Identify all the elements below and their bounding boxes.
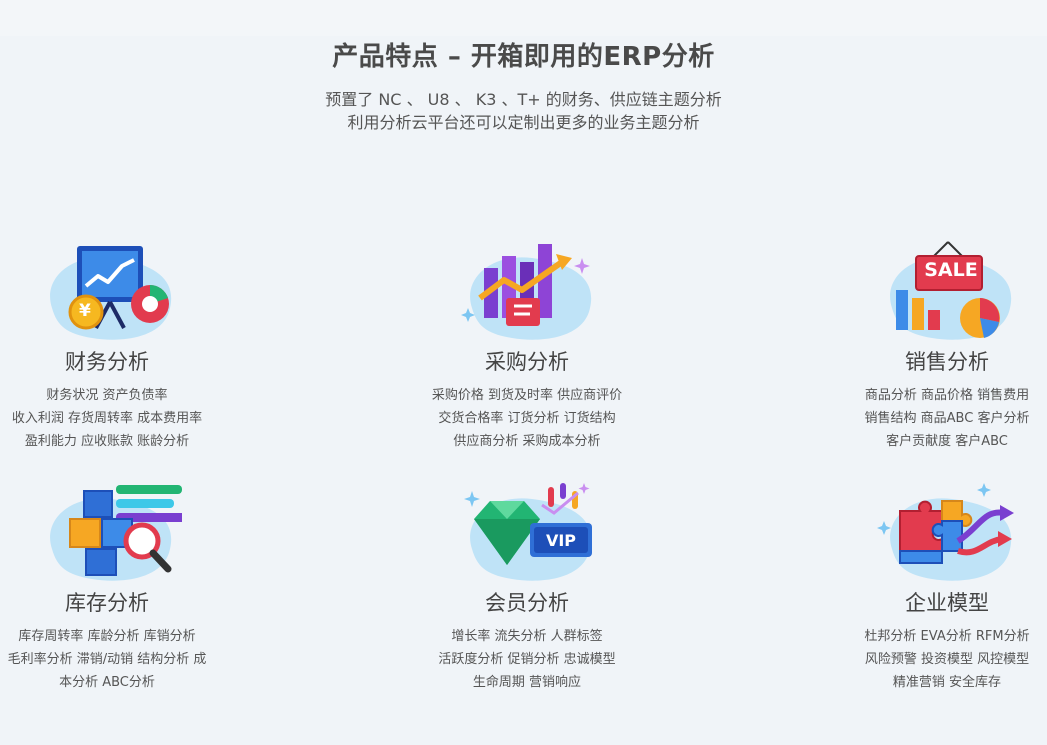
card-line: 财务状况 资产负债率 [46, 388, 168, 403]
card-title: 企业模型 [905, 591, 989, 615]
feature-card-procurement: 采购分析 采购价格 到货及时率 供应商评价 交货合格率 订货分析 订货结构 供应… [407, 238, 647, 453]
subtitle-line: 利用分析云平台还可以定制出更多的业务主题分析 [347, 113, 700, 132]
card-description: 财务状况 资产负债率 收入利润 存货周转率 成本费用率 盈利能力 应收账款 账龄… [0, 384, 227, 453]
feature-card-finance: ¥ 财务分析 财务状况 资产负债率 收入利润 存货周转率 成本费用率 盈利能力 … [0, 238, 227, 453]
card-line: 增长率 流失分析 人群标签 [451, 629, 603, 644]
card-line: 交货合格率 订货分析 订货结构 [438, 411, 616, 426]
section-header: 产品特点 – 开箱即用的ERP分析 预置了 NC 、 U8 、 K3 、T+ 的… [0, 38, 1047, 134]
card-line: 风险预警 投资模型 风控模型 [864, 652, 1030, 667]
finance-presentation-icon: ¥ [32, 238, 182, 348]
card-line: 杜邦分析 EVA分析 RFM分析 [864, 629, 1030, 644]
section-title: 产品特点 – 开箱即用的ERP分析 [332, 42, 715, 72]
feature-card-sales: SALE 销售分析 商品分析 商品价格 销售费用 销售结构 商品ABC 客户分析… [827, 238, 1047, 453]
card-title: 库存分析 [65, 591, 149, 615]
procurement-growth-icon [452, 238, 602, 348]
card-line: 本分析 ABC分析 [59, 675, 155, 690]
puzzle-pieces-icon [872, 479, 1022, 589]
card-line: 库存周转率 库龄分析 库销分析 [18, 629, 196, 644]
vip-card-text: VIP [545, 531, 577, 550]
card-description: 增长率 流失分析 人群标签 活跃度分析 促销分析 忠诚模型 生命周期 营销响应 [407, 625, 647, 694]
sale-sign-icon: SALE [872, 238, 1022, 348]
subtitle-line: 预置了 NC 、 U8 、 K3 、T+ 的财务、供应链主题分析 [325, 90, 722, 109]
card-line: 精准营销 安全库存 [892, 675, 1002, 690]
card-title: 会员分析 [485, 591, 569, 615]
coin-symbol: ¥ [79, 301, 91, 321]
card-line: 收入利润 存货周转率 成本费用率 [11, 411, 203, 426]
top-band [0, 0, 1047, 36]
section-subtitle: 预置了 NC 、 U8 、 K3 、T+ 的财务、供应链主题分析 利用分析云平台… [0, 88, 1047, 134]
card-description: 杜邦分析 EVA分析 RFM分析 风险预警 投资模型 风控模型 精准营销 安全库… [827, 625, 1047, 694]
card-line: 活跃度分析 促销分析 忠诚模型 [438, 652, 616, 667]
feature-card-membership: VIP 会员分析 增长率 流失分析 人群标签 活跃度分析 促销分析 忠诚模型 生… [407, 479, 647, 694]
card-line: 盈利能力 应收账款 账龄分析 [24, 434, 190, 449]
card-line: 商品分析 商品价格 销售费用 [864, 388, 1030, 403]
card-line: 销售结构 商品ABC 客户分析 [864, 411, 1030, 426]
card-description: 商品分析 商品价格 销售费用 销售结构 商品ABC 客户分析 客户贡献度 客户A… [827, 384, 1047, 453]
sale-sign-text: SALE [924, 259, 978, 281]
card-line: 客户贡献度 客户ABC [886, 434, 1008, 449]
card-title: 财务分析 [65, 350, 149, 374]
inventory-boxes-icon [32, 479, 182, 589]
card-line: 毛利率分析 滞销/动销 结构分析 成 [7, 652, 207, 667]
card-description: 采购价格 到货及时率 供应商评价 交货合格率 订货分析 订货结构 供应商分析 采… [407, 384, 647, 453]
card-line: 生命周期 营销响应 [472, 675, 582, 690]
card-title: 采购分析 [485, 350, 569, 374]
diamond-vip-icon: VIP [452, 479, 602, 589]
feature-card-inventory: 库存分析 库存周转率 库龄分析 库销分析 毛利率分析 滞销/动销 结构分析 成 … [0, 479, 227, 694]
card-title: 销售分析 [905, 350, 989, 374]
feature-card-enterprise-model: 企业模型 杜邦分析 EVA分析 RFM分析 风险预警 投资模型 风控模型 精准营… [827, 479, 1047, 694]
card-description: 库存周转率 库龄分析 库销分析 毛利率分析 滞销/动销 结构分析 成 本分析 A… [0, 625, 227, 694]
card-line: 采购价格 到货及时率 供应商评价 [431, 388, 623, 403]
card-line: 供应商分析 采购成本分析 [453, 434, 601, 449]
